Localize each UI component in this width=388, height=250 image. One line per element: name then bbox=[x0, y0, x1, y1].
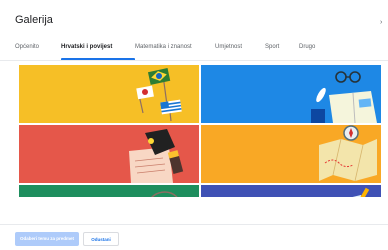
footer-divider bbox=[0, 224, 388, 225]
tab-opcenito[interactable]: Općenito bbox=[15, 40, 61, 60]
theme-tile-map-compass[interactable] bbox=[201, 125, 381, 183]
globe-illustration bbox=[19, 185, 199, 197]
theme-tile-globe[interactable] bbox=[19, 185, 199, 197]
category-tabs: Općenito Hrvatski i povijest Matematika … bbox=[15, 40, 329, 60]
tab-hrvatski-i-povijest[interactable]: Hrvatski i povijest bbox=[61, 40, 135, 60]
close-icon[interactable]: › bbox=[380, 19, 383, 27]
theme-grid bbox=[19, 65, 381, 197]
notes-illustration bbox=[201, 185, 381, 197]
cancel-button[interactable]: Odustani bbox=[83, 232, 119, 246]
tab-umjetnost[interactable]: Umjetnost bbox=[215, 40, 265, 60]
gallery-dialog: Galerija › Općenito Hrvatski i povijest … bbox=[0, 0, 388, 250]
tab-sport[interactable]: Sport bbox=[265, 40, 299, 60]
books-illustration bbox=[201, 65, 381, 123]
theme-tile-notes[interactable] bbox=[201, 185, 381, 197]
tabs-divider bbox=[0, 60, 388, 61]
tab-matematika-i-znanost[interactable]: Matematika i znanost bbox=[135, 40, 215, 60]
dialog-title: Galerija bbox=[15, 14, 53, 26]
writing-illustration bbox=[19, 125, 199, 183]
tab-drugo[interactable]: Drugo bbox=[299, 40, 329, 60]
select-theme-button[interactable]: Odaberi temu za predmet bbox=[15, 232, 79, 246]
theme-tile-writing[interactable] bbox=[19, 125, 199, 183]
theme-tile-books-glasses[interactable] bbox=[201, 65, 381, 123]
map-illustration bbox=[201, 125, 381, 183]
theme-tile-flags[interactable] bbox=[19, 65, 199, 123]
flags-illustration bbox=[19, 65, 199, 123]
